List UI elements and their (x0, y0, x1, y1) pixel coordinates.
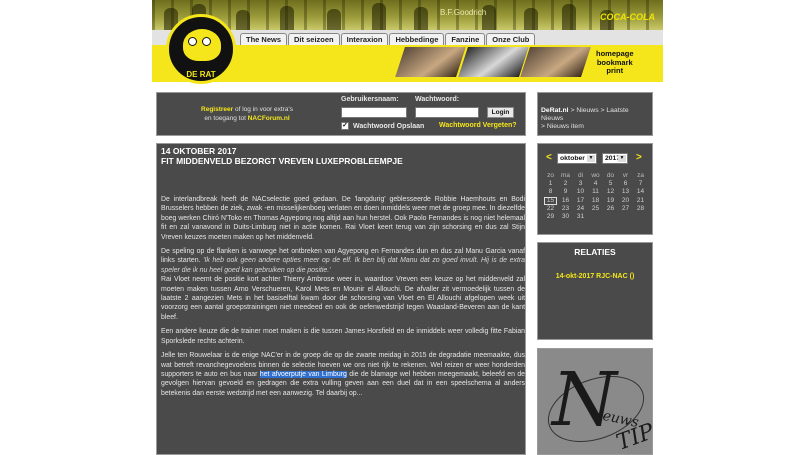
tab-dit-seizoen[interactable]: Dit seizoen (288, 33, 340, 45)
calendar-day[interactable]: 13 (619, 188, 632, 196)
article-panel: 14 OKTOBER 2017 FIT MIDDENVELD BEZORGT V… (156, 143, 526, 455)
register-text: Registreer of log in voor extra's en toe… (201, 106, 293, 122)
logo-text: DE RAT (186, 70, 216, 79)
username-input[interactable] (341, 107, 407, 118)
calendar-day[interactable]: 6 (619, 180, 632, 188)
article-paragraph: Een andere keuze die de trainer moet mak… (161, 328, 525, 345)
article-quote: 'Ik heb ook geen andere opties meer op d… (161, 257, 525, 274)
tip-logo-letter: N (552, 357, 617, 443)
relaties-heading: RELATIES (574, 247, 616, 257)
header-banner-text: B.F.Goodrich (440, 8, 487, 17)
weekday-label: wo (591, 172, 600, 179)
calendar-grid: zo ma di wo do vr za 1 2 3 4 5 6 7 8 9 10 11 12 13 14 15 16 17 1… (544, 172, 647, 221)
article-body: De interlandbreak heeft de NACselectie g… (161, 195, 525, 403)
calendar-day[interactable]: 21 (634, 197, 647, 205)
weekday-label: di (577, 172, 584, 179)
forum-link[interactable]: NACForum.nl (248, 115, 290, 122)
calendar-day[interactable]: 7 (634, 180, 647, 188)
calendar-next-button[interactable]: > (636, 152, 642, 163)
weekday-label: ma (560, 172, 571, 179)
calendar-day[interactable]: 24 (574, 205, 587, 213)
header-photo-strip: B.F.Goodrich COCA-COLA (152, 0, 663, 30)
calendar-day[interactable]: 3 (574, 180, 587, 188)
calendar-day[interactable]: 25 (589, 205, 602, 213)
relaties-panel: RELATIES 14-okt-2017 RJC-NAC () (537, 242, 653, 340)
forgot-password-link[interactable]: Wachtwoord Vergeten? (439, 122, 517, 129)
calendar-day[interactable]: 23 (559, 205, 572, 213)
password-input[interactable] (415, 107, 479, 118)
calendar-day[interactable]: 8 (544, 188, 557, 196)
year-select[interactable]: 2017 ▼ (602, 153, 628, 164)
calendar-day[interactable]: 10 (574, 188, 587, 196)
tab-fanzine[interactable]: Fanzine (445, 33, 486, 45)
header-banner-text: COCA-COLA (600, 12, 655, 22)
calendar-day[interactable]: 5 (604, 180, 617, 188)
breadcrumb: DeRat.nl > Nieuws > Laatste Nieuws > Nie… (541, 107, 629, 130)
tab-interaxion[interactable]: Interaxion (340, 33, 389, 45)
chevron-down-icon: ▼ (618, 155, 626, 162)
calendar-day[interactable]: 22 (544, 205, 557, 213)
quick-links: homepage bookmark print (596, 49, 634, 76)
weekday-label: zo (547, 172, 554, 179)
chevron-down-icon: ▼ (587, 155, 595, 162)
calendar-day[interactable]: 19 (604, 197, 617, 205)
calendar-day[interactable]: 11 (589, 188, 602, 196)
breadcrumb-item: Nieuws item (546, 123, 584, 130)
calendar-day[interactable]: 27 (619, 205, 632, 213)
calendar-day[interactable]: 30 (559, 213, 572, 221)
username-label: Gebruikersnaam: (341, 96, 399, 103)
site-logo[interactable]: DE RAT (166, 14, 236, 84)
header-photo (519, 46, 593, 78)
calendar-prev-button[interactable]: < (546, 152, 552, 163)
checkbox-checked-icon[interactable]: ✓ (341, 122, 349, 130)
remember-password[interactable]: ✓ Wachtwoord Opslaan (341, 122, 424, 130)
calendar-day[interactable]: 4 (589, 180, 602, 188)
article-paragraph: De speling op de flanken is vanwege het … (161, 248, 525, 321)
calendar-day[interactable]: 14 (634, 188, 647, 196)
register-link[interactable]: Registreer (201, 106, 233, 113)
breadcrumb-root[interactable]: DeRat.nl (541, 107, 569, 114)
main-nav: The News Dit seizoen Interaxion Hebbedin… (240, 33, 536, 45)
calendar-day[interactable]: 15 (544, 196, 557, 205)
calendar-day[interactable]: 16 (559, 197, 572, 205)
selected-text[interactable]: het afvoerputje van Limburg (259, 370, 347, 378)
calendar-day[interactable]: 18 (589, 197, 602, 205)
calendar-day[interactable]: 1 (544, 180, 557, 188)
tab-onze-club[interactable]: Onze Club (486, 33, 536, 45)
article-date: 14 OKTOBER 2017 (161, 146, 237, 156)
article-title: FIT MIDDENVELD BEZORGT VREVEN LUXEPROBLE… (161, 156, 403, 166)
weekday-label: za (637, 172, 644, 179)
calendar-day[interactable]: 29 (544, 213, 557, 221)
calendar-day[interactable]: 2 (559, 180, 572, 188)
relaties-item[interactable]: 14-okt-2017 RJC-NAC () (538, 273, 652, 280)
tab-hebbedinge[interactable]: Hebbedinge (389, 33, 445, 45)
article-paragraph: Jelle ten Rouwelaar is de enige NAC'er i… (161, 352, 525, 397)
calendar-day[interactable]: 12 (604, 188, 617, 196)
weekday-label: vr (622, 172, 629, 179)
breadcrumb-item[interactable]: Nieuws (576, 107, 598, 114)
calendar-day[interactable]: 28 (634, 205, 647, 213)
tab-the-news[interactable]: The News (240, 33, 288, 45)
login-panel: Registreer of log in voor extra's en toe… (156, 92, 526, 136)
login-button[interactable]: Login (487, 107, 514, 118)
header-photo (456, 46, 530, 78)
calendar-day[interactable]: 31 (574, 213, 587, 221)
header-thumbnails (393, 46, 593, 78)
article-paragraph: De interlandbreak heeft de NACselectie g… (161, 196, 525, 241)
print-link[interactable]: print (596, 66, 634, 76)
weekday-label: do (606, 172, 615, 179)
month-select[interactable]: oktober ▼ (557, 153, 597, 164)
calendar-day[interactable]: 9 (559, 188, 572, 196)
password-label: Wachtwoord: (415, 96, 460, 103)
calendar-day[interactable]: 26 (604, 205, 617, 213)
header-photo (393, 46, 467, 78)
breadcrumb-panel: DeRat.nl > Nieuws > Laatste Nieuws > Nie… (537, 92, 653, 136)
calendar-panel: < oktober ▼ 2017 ▼ > zo ma di wo do vr za 1 2 3 4 5 6 7… (537, 143, 653, 235)
news-tip-banner[interactable]: N ieuws TIP? (537, 348, 653, 455)
calendar-day[interactable]: 20 (619, 197, 632, 205)
site-header: B.F.Goodrich COCA-COLA The News Dit seiz… (152, 0, 663, 84)
calendar-day[interactable]: 17 (574, 197, 587, 205)
